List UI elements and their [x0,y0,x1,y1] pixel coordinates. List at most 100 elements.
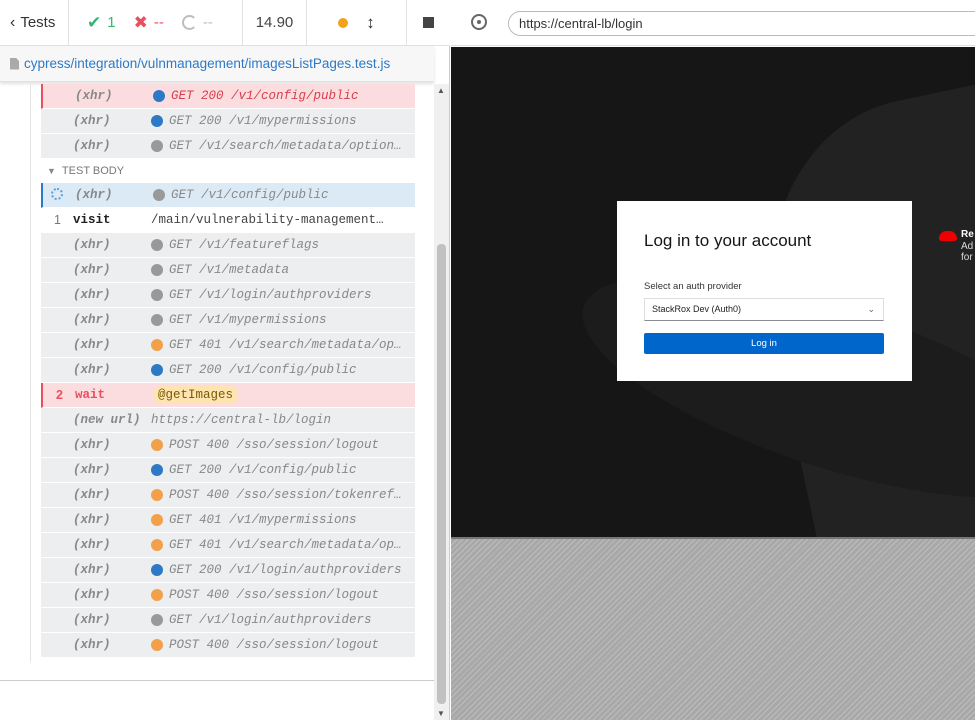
command-text: GET 401 /v1/mypermissions [169,513,357,527]
command-list: (xhr) GET 200 /v1/config/public (xhr) GET 2… [41,84,415,658]
brand-text: Re [961,229,974,240]
command-message: GET 200 /v1/mypermissions [151,114,415,128]
command-row[interactable]: (xhr) GET /v1/config/public [41,183,415,208]
auto-scroll-indicator-icon[interactable] [338,17,349,28]
command-row[interactable]: (xhr) GET 401 /v1/mypermissions [41,508,415,533]
brand-logo: Re Ad for [939,227,975,267]
command-row[interactable]: (xhr) GET /v1/search/metadata/options? [41,134,415,159]
command-name: (xhr) [73,288,111,302]
scrollbar-thumb[interactable] [437,244,446,704]
command-row[interactable]: (xhr) GET /v1/login/authproviders [41,283,415,308]
command-message: GET 401 /v1/mypermissions [151,513,415,527]
app-iframe: Log in to your account Select an auth pr… [451,47,975,537]
command-name: (xhr) [73,238,111,252]
app-under-test: https://central-lb/login Log in to your … [451,0,975,720]
command-row[interactable]: (xhr) POST 400 /sso/session/tokenrefr… [41,483,415,508]
command-name: (xhr) [73,139,111,153]
viewport-overflow-area [451,537,975,720]
command-row[interactable]: (xhr) GET 200 /v1/config/public [41,84,415,109]
command-text: GET /v1/login/authproviders [169,613,372,627]
command-log: (xhr) GET 200 /v1/config/public (xhr) GET 2… [30,84,434,662]
command-name: (new url) [73,413,141,427]
command-name: (xhr) [73,438,111,452]
command-number: 2 [56,388,63,402]
command-row[interactable]: (xhr) GET /v1/login/authproviders [41,608,415,633]
command-message: GET 200 /v1/config/public [151,363,415,377]
command-text: POST 400 /sso/session/logout [169,638,380,652]
command-name: (xhr) [75,89,113,103]
spec-path-link[interactable]: cypress/integration/vulnmanagement/image… [24,56,390,71]
command-name: (xhr) [73,313,111,327]
command-row[interactable]: (xhr) POST 400 /sso/session/logout [41,583,415,608]
command-text: GET 200 /v1/login/authproviders [169,563,402,577]
command-name: (xhr) [73,588,111,602]
command-text: /main/vulnerability-management/ima… [151,213,391,227]
stop-button[interactable] [407,0,450,45]
command-row[interactable]: (new url) https://central-lb/login [41,408,415,433]
reporter-scrollbar[interactable]: ▲ ▼ [434,84,449,720]
status-dot-icon [151,439,163,451]
command-row[interactable]: (xhr) GET /v1/metadata [41,258,415,283]
status-dot-icon [153,90,165,102]
command-message: GET /v1/search/metadata/options? [151,139,415,153]
scroll-down-icon[interactable]: ▼ [437,709,445,718]
controls: ↕ [307,0,407,45]
selector-playground-icon[interactable] [471,14,487,30]
command-name: (xhr) [73,463,111,477]
x-icon: ✖ [133,12,148,32]
command-message: GET 200 /v1/login/authproviders [151,563,415,577]
command-row[interactable]: (xhr) GET 200 /v1/login/authproviders [41,558,415,583]
command-message: POST 400 /sso/session/logout [151,438,415,452]
command-text: GET /v1/login/authproviders [169,288,372,302]
auth-provider-select[interactable]: StackRox Dev (Auth0) ⌄ [644,298,884,321]
command-row[interactable]: (xhr) POST 400 /sso/session/logout [41,633,415,658]
test-body-section[interactable]: ▼ TEST BODY [41,159,415,183]
command-text: GET /v1/search/metadata/options? [169,139,409,153]
status-dot-icon [151,289,163,301]
status-dot-icon [151,614,163,626]
status-dot-icon [151,314,163,326]
file-icon [10,57,19,70]
command-row[interactable]: (xhr) GET /v1/mypermissions [41,308,415,333]
tests-button[interactable]: ‹ Tests [0,0,69,45]
loading-spinner-icon [51,187,63,200]
aut-url: https://central-lb/login [508,11,975,36]
check-icon: ✔ [87,12,102,32]
command-row[interactable]: (xhr) POST 400 /sso/session/logout [41,433,415,458]
command-text: GET /v1/featureflags [169,238,320,252]
command-name: (xhr) [73,363,111,377]
command-text: POST 400 /sso/session/logout [169,438,380,452]
command-text: GET 200 /v1/config/public [171,89,359,103]
command-row[interactable]: (xhr) GET 200 /v1/config/public [41,458,415,483]
status-dot-icon [151,489,163,501]
auto-scroll-arrows-icon[interactable]: ↕ [366,13,375,33]
command-row[interactable]: 1 visit/main/vulnerability-management/ima… [41,208,415,233]
command-message: @getImages [153,386,415,404]
command-row[interactable]: (xhr) GET 200 /v1/config/public [41,358,415,383]
command-text: GET 200 /v1/mypermissions [169,114,357,128]
command-row[interactable]: 2 wait @getImages [41,383,415,408]
login-title: Log in to your account [644,231,812,250]
command-text: GET /v1/metadata [169,263,290,277]
command-name: (xhr) [73,613,111,627]
command-row[interactable]: (xhr) GET 200 /v1/mypermissions [41,109,415,134]
command-message: GET /v1/mypermissions [151,313,415,327]
status-dot-icon [151,140,163,152]
command-message: GET 200 /v1/config/public [151,463,415,477]
command-row[interactable]: (xhr) GET 401 /v1/search/metadata/opt… [41,333,415,358]
section-label: TEST BODY [61,165,125,177]
cypress-runner: ‹ Tests ✔ 1 ✖ -- -- 14.90 ↕ cypress/inte… [0,0,975,720]
stats: ✔ 1 ✖ -- -- [69,0,243,45]
command-name: (xhr) [73,114,111,128]
pending-circle-icon [181,15,197,30]
login-button[interactable]: Log in [644,333,884,354]
scroll-up-icon[interactable]: ▲ [437,86,445,95]
command-row[interactable]: (xhr) GET 401 /v1/search/metadata/opt… [41,533,415,558]
auth-provider-label: Select an auth provider [644,281,742,292]
brand-text: Ad [961,241,974,252]
command-message: GET 401 /v1/search/metadata/opt… [151,538,415,552]
command-row[interactable]: (xhr) GET /v1/featureflags [41,233,415,258]
chevron-left-icon: ‹ [10,13,16,31]
command-name: wait [75,388,106,402]
command-text: GET /v1/mypermissions [169,313,327,327]
